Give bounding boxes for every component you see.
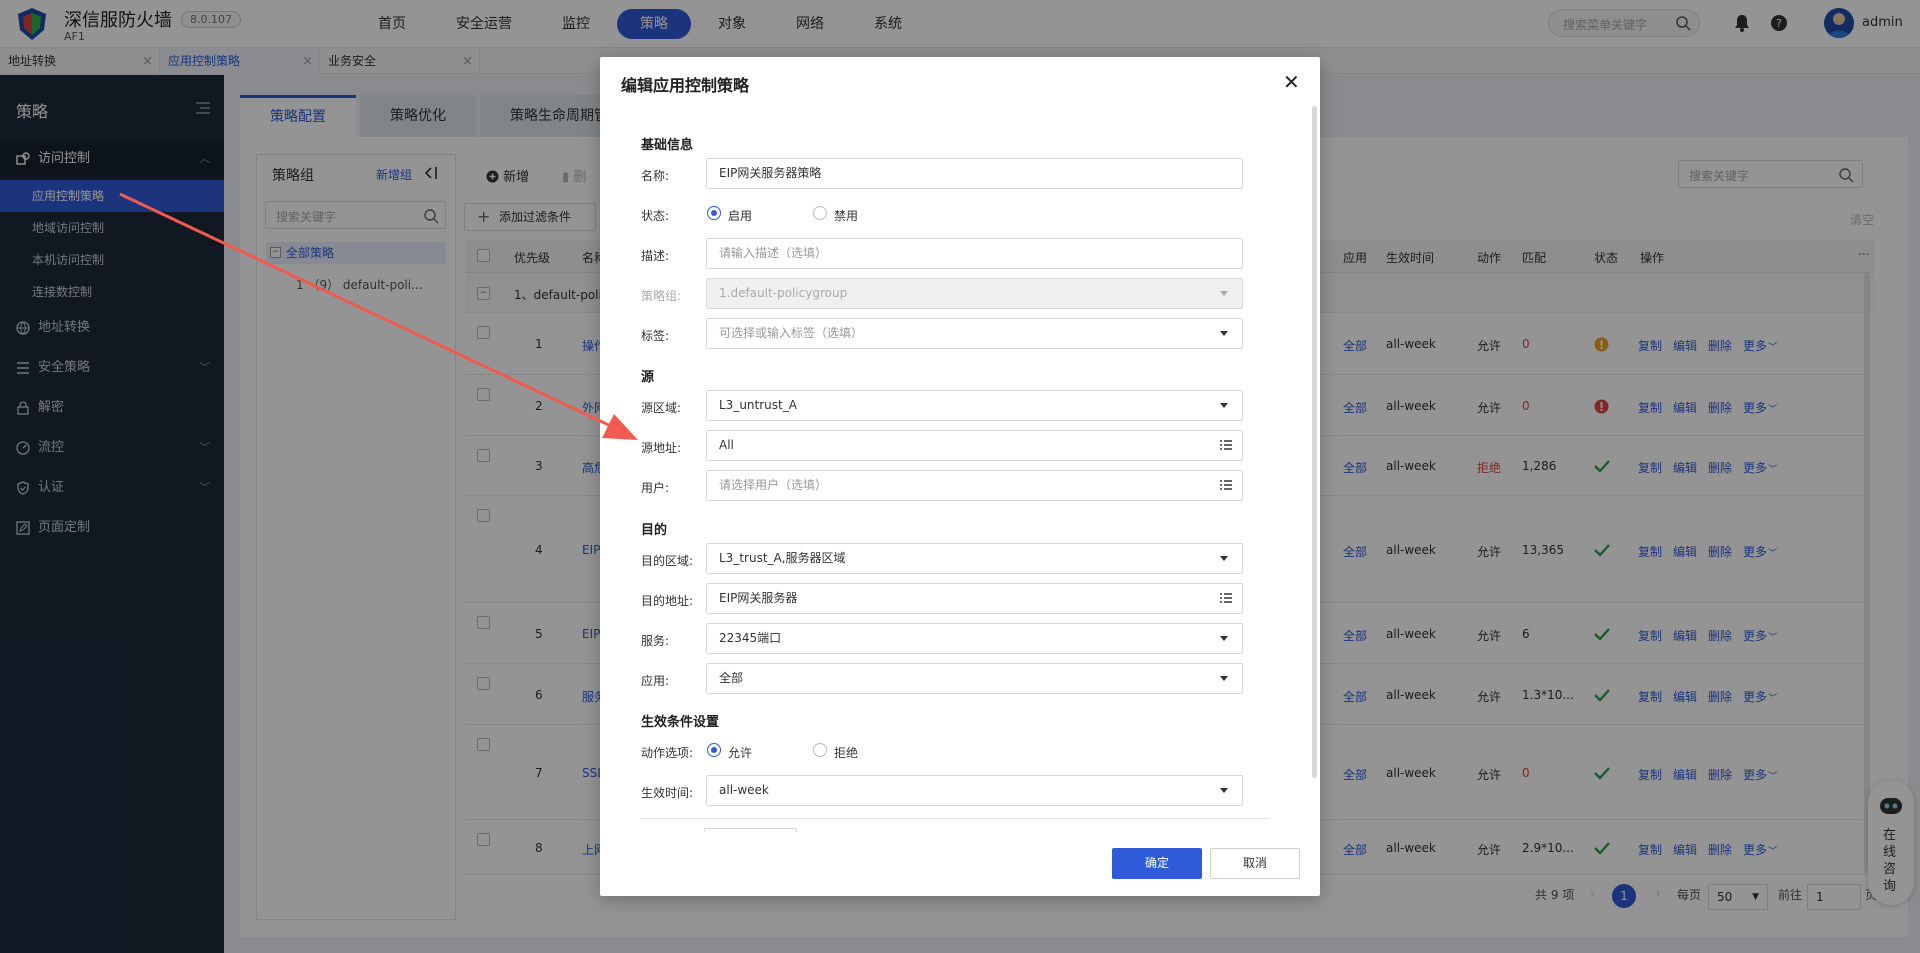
src-zone-value: L3_untrust_A [719, 398, 797, 412]
tag-select[interactable]: 可选择或输入标签（选填） [706, 318, 1243, 349]
list-icon[interactable] [1220, 440, 1232, 450]
dst-addr-value: EIP网关服务器 [719, 591, 798, 605]
status-enable-label[interactable]: 启用 [728, 207, 752, 224]
service-label: 服务: [641, 634, 670, 648]
tag-select-placeholder: 可选择或输入标签（选填） [719, 326, 864, 340]
dst-addr-label: 目的地址: [641, 594, 694, 608]
src-zone-select[interactable]: L3_untrust_A [706, 390, 1243, 421]
user-select[interactable]: 请选择用户（选填） [706, 470, 1243, 501]
section-basic-info: 基础信息 [641, 138, 694, 153]
action-allow-radio[interactable] [707, 743, 721, 757]
group-select: 1.default-policygroup [706, 278, 1243, 309]
time-label: 生效时间: [641, 786, 694, 800]
tag-label: 标签: [641, 329, 670, 343]
app-select[interactable]: 全部 [706, 663, 1243, 694]
action-deny-radio[interactable] [813, 743, 827, 757]
time-value: all-week [719, 783, 769, 797]
close-icon[interactable]: ✕ [1283, 70, 1300, 94]
caret-down-icon [1220, 291, 1228, 296]
group-label: 策略组: [641, 289, 682, 303]
desc-label: 描述: [641, 249, 670, 263]
src-addr-select[interactable]: All [706, 430, 1243, 461]
dialog-title: 编辑应用控制策略 [621, 76, 750, 95]
list-icon[interactable] [1220, 480, 1232, 490]
cancel-button[interactable]: 取消 [1210, 848, 1300, 879]
name-input[interactable]: EIP网关服务器策略 [706, 158, 1243, 189]
section-destination: 目的 [641, 523, 668, 538]
confirm-button[interactable]: 确定 [1112, 848, 1202, 879]
time-select[interactable]: all-week [706, 775, 1243, 806]
section-source: 源 [641, 370, 655, 385]
name-label: 名称: [641, 169, 670, 183]
action-deny-label[interactable]: 拒绝 [834, 744, 858, 761]
caret-down-icon [1220, 788, 1228, 793]
action-allow-label[interactable]: 允许 [728, 744, 752, 761]
src-addr-value: All [719, 438, 734, 452]
action-label: 动作选项: [641, 746, 694, 760]
src-addr-label: 源地址: [641, 441, 682, 455]
service-value: 22345端口 [719, 631, 782, 645]
src-zone-label: 源区域: [641, 401, 682, 415]
desc-input[interactable]: 请输入描述（选填） [706, 238, 1243, 269]
caret-down-icon [1220, 403, 1228, 408]
dst-zone-value: L3_trust_A,服务器区域 [719, 551, 846, 565]
status-enable-radio[interactable] [707, 206, 721, 220]
dst-zone-select[interactable]: L3_trust_A,服务器区域 [706, 543, 1243, 574]
app-label: 应用: [641, 674, 670, 688]
user-label: 用户: [641, 481, 670, 495]
service-select[interactable]: 22345端口 [706, 623, 1243, 654]
list-icon[interactable] [1220, 593, 1232, 603]
user-select-placeholder: 请选择用户（选填） [719, 478, 828, 492]
caret-down-icon [1220, 676, 1228, 681]
dst-zone-label: 目的区域: [641, 554, 694, 568]
status-disable-radio[interactable] [813, 206, 827, 220]
partial-field [704, 828, 797, 832]
dialog-scrollbar[interactable] [1312, 106, 1317, 778]
app-value: 全部 [719, 671, 744, 685]
dst-addr-select[interactable]: EIP网关服务器 [706, 583, 1243, 614]
group-select-value: 1.default-policygroup [719, 286, 848, 300]
section-effect: 生效条件设置 [641, 715, 720, 730]
dialog-divider [640, 818, 1270, 819]
caret-down-icon [1220, 636, 1228, 641]
status-disable-label[interactable]: 禁用 [834, 207, 858, 224]
status-label: 状态: [641, 209, 670, 223]
caret-down-icon [1220, 331, 1228, 336]
caret-down-icon [1220, 556, 1228, 561]
